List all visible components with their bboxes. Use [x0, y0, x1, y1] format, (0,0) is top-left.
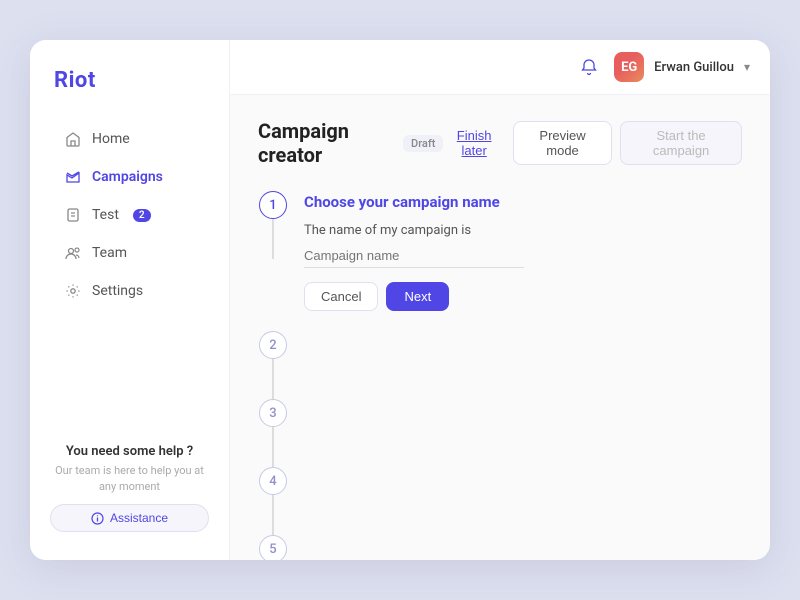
avatar-initials: EG: [621, 60, 637, 75]
preview-mode-button[interactable]: Preview mode: [513, 121, 612, 165]
assistance-button[interactable]: Assistance: [50, 504, 209, 532]
step-circle-4: 4: [259, 467, 287, 495]
sidebar-item-team[interactable]: Team: [40, 235, 219, 271]
start-campaign-button[interactable]: Start the campaign: [620, 121, 742, 165]
step-1-label: The name of my campaign is: [304, 223, 742, 238]
step-3: 3: [258, 399, 742, 467]
step-1: 1 Choose your campaign name The name of …: [258, 191, 742, 331]
sidebar-label-team: Team: [92, 245, 127, 261]
step-4: 4: [258, 467, 742, 535]
test-icon: [64, 206, 82, 224]
sidebar-item-campaigns[interactable]: Campaigns: [40, 159, 219, 195]
page-header-left: Campaign creator Draft: [258, 119, 443, 167]
sidebar-label-campaigns: Campaigns: [92, 169, 163, 185]
sidebar-label-settings: Settings: [92, 283, 143, 299]
stepper: 1 Choose your campaign name The name of …: [258, 191, 742, 560]
sidebar-item-home[interactable]: Home: [40, 121, 219, 157]
step-4-left: 4: [258, 467, 288, 535]
sidebar: Riot Home Ca: [30, 40, 230, 560]
sidebar-label-home: Home: [92, 131, 130, 147]
notification-icon[interactable]: [574, 52, 604, 82]
sidebar-item-test[interactable]: Test 2: [40, 197, 219, 233]
step-circle-1: 1: [259, 191, 287, 219]
help-title: You need some help ?: [50, 444, 209, 459]
sidebar-help: You need some help ? Our team is here to…: [30, 428, 229, 540]
step-circle-2: 2: [259, 331, 287, 359]
step-1-content: Choose your campaign name The name of my…: [304, 191, 742, 331]
step-circle-5: 5: [259, 535, 287, 560]
info-icon: [91, 512, 104, 525]
chevron-down-icon[interactable]: ▾: [744, 60, 750, 74]
page-title: Campaign creator: [258, 119, 393, 167]
draft-badge: Draft: [403, 135, 443, 152]
sidebar-nav: Home Campaigns: [30, 121, 229, 428]
avatar: EG: [614, 52, 644, 82]
step-line-3: [272, 427, 274, 467]
sidebar-item-settings[interactable]: Settings: [40, 273, 219, 309]
step-2-left: 2: [258, 331, 288, 399]
step-5: 5: [258, 535, 742, 560]
step-line-2: [272, 359, 274, 399]
step-2-content: [304, 331, 742, 367]
step-5-content: [304, 535, 742, 560]
step-1-left: 1: [258, 191, 288, 259]
campaign-name-input[interactable]: [304, 244, 524, 268]
logo: Riot: [30, 68, 229, 121]
step-1-actions: Cancel Next: [304, 282, 742, 311]
test-badge: 2: [133, 209, 151, 222]
page-header: Campaign creator Draft Finish later Prev…: [258, 119, 742, 167]
step-4-content: [304, 467, 742, 503]
step-line-1: [272, 219, 274, 259]
main-content: EG Erwan Guillou ▾ Campaign creator Draf…: [230, 40, 770, 560]
step-circle-3: 3: [259, 399, 287, 427]
step-5-left: 5: [258, 535, 288, 560]
help-text: Our team is here to help you at any mome…: [50, 463, 209, 494]
step-3-content: [304, 399, 742, 435]
step-1-title: Choose your campaign name: [304, 193, 742, 211]
step-2: 2: [258, 331, 742, 399]
campaigns-icon: [64, 168, 82, 186]
step-line-4: [272, 495, 274, 535]
cancel-button[interactable]: Cancel: [304, 282, 378, 311]
app-container: Riot Home Ca: [30, 40, 770, 560]
username[interactable]: Erwan Guillou: [654, 60, 734, 75]
next-button[interactable]: Next: [386, 282, 449, 311]
topbar: EG Erwan Guillou ▾: [230, 40, 770, 95]
team-icon: [64, 244, 82, 262]
finish-later-button[interactable]: Finish later: [443, 128, 504, 158]
page-header-right: Finish later Preview mode Start the camp…: [443, 121, 742, 165]
sidebar-label-test: Test: [92, 207, 119, 223]
step-3-left: 3: [258, 399, 288, 467]
settings-icon: [64, 282, 82, 300]
content-area: Campaign creator Draft Finish later Prev…: [230, 95, 770, 560]
home-icon: [64, 130, 82, 148]
